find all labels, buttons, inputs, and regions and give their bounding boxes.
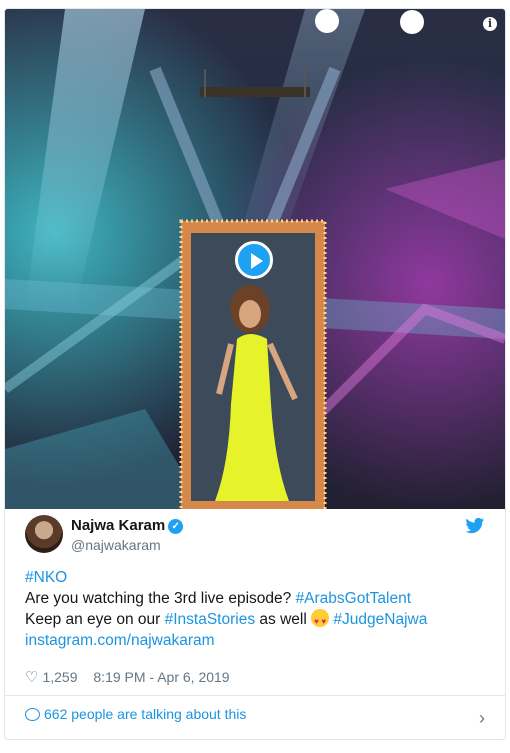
hashtag-nko[interactable]: #NKO — [25, 569, 67, 586]
tweet-text: #NKO Are you watching the 3rd live episo… — [25, 567, 485, 651]
author-handle[interactable]: @najwakaram — [71, 537, 161, 553]
tweet-header: Najwa Karam ✓ @najwakaram — [25, 515, 485, 559]
chevron-right-icon[interactable]: › — [479, 708, 485, 729]
play-icon[interactable] — [235, 241, 273, 279]
conversation-link[interactable]: 662 people are talking about this › — [25, 706, 485, 734]
hashtag-judgenajwa[interactable]: #JudgeNajwa — [333, 611, 427, 628]
video-thumbnail[interactable]: i — [5, 9, 505, 509]
hashtag-arabsgottalent[interactable]: #ArabsGotTalent — [296, 590, 411, 607]
hashtag-instastories[interactable]: #InstaStories — [165, 611, 255, 628]
verified-icon: ✓ — [168, 519, 184, 534]
divider — [5, 695, 505, 696]
talking-count[interactable]: 662 people are talking about this — [44, 706, 246, 722]
speech-bubble-icon — [25, 708, 40, 721]
info-icon[interactable]: i — [483, 17, 497, 31]
author-name[interactable]: Najwa Karam — [71, 517, 165, 534]
heart-icon[interactable]: ♡ — [25, 668, 38, 686]
timestamp[interactable]: 8:19 PM - Apr 6, 2019 — [93, 669, 229, 685]
tweet-meta: ♡ 1,259 8:19 PM - Apr 6, 2019 — [25, 668, 230, 686]
tweet-line-2: Are you watching the 3rd live episode? — [25, 590, 292, 607]
instagram-link[interactable]: instagram.com/najwakaram — [25, 632, 215, 649]
twitter-bird-icon[interactable] — [465, 517, 485, 535]
tweet-card[interactable]: i Najwa Karam ✓ @najwakaram #NKO Are you … — [4, 8, 506, 740]
heart-eyes-emoji — [311, 609, 330, 632]
tweet-line-3a: Keep an eye on our — [25, 611, 161, 628]
like-count[interactable]: 1,259 — [42, 669, 77, 685]
author-name-row[interactable]: Najwa Karam ✓ — [71, 517, 184, 534]
tweet-line-3b: as well — [259, 611, 307, 628]
avatar[interactable] — [25, 515, 63, 553]
